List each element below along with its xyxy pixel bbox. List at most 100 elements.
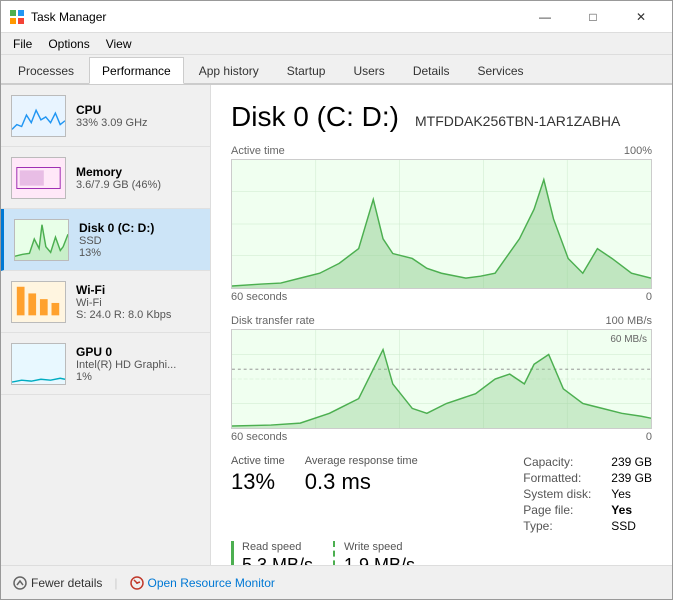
transfer-rate-chart-section: Disk transfer rate 100 MB/s 60 MB/s xyxy=(231,315,652,443)
menu-file[interactable]: File xyxy=(5,35,40,53)
main-content: CPU 33% 3.09 GHz Memory 3.6/7.9 GB (46%) xyxy=(1,85,672,565)
resource-monitor-icon xyxy=(130,576,144,590)
window-controls: — □ ✕ xyxy=(522,2,664,32)
disk-mini-graph xyxy=(14,219,69,261)
stat-active-time: Active time 13% xyxy=(231,455,285,533)
write-speed-label: Write speed xyxy=(344,541,415,553)
formatted-row: Formatted: 239 GB xyxy=(523,471,652,485)
disk-percent: 13% xyxy=(79,247,200,259)
system-disk-row: System disk: Yes xyxy=(523,487,652,501)
active-time-stat-value: 13% xyxy=(231,469,285,495)
fewer-details-label: Fewer details xyxy=(31,576,102,590)
footer-bar: Fewer details | Open Resource Monitor xyxy=(1,565,672,599)
page-file-row: Page file: Yes xyxy=(523,503,652,517)
page-file-value: Yes xyxy=(611,503,632,517)
cpu-subtitle: 33% 3.09 GHz xyxy=(76,117,200,129)
title-bar: Task Manager — □ ✕ xyxy=(1,1,672,33)
cpu-mini-graph xyxy=(11,95,66,137)
tab-users[interactable]: Users xyxy=(340,57,397,83)
read-speed-divider xyxy=(231,541,234,565)
gpu-title: GPU 0 xyxy=(76,345,200,359)
sidebar-item-cpu[interactable]: CPU 33% 3.09 GHz xyxy=(1,85,210,147)
transfer-rate-chart-header: Disk transfer rate 100 MB/s xyxy=(231,315,652,327)
type-value: SSD xyxy=(611,519,636,533)
read-speed-stat: Read speed 5.3 MB/s xyxy=(242,541,313,565)
maximize-button[interactable]: □ xyxy=(570,2,616,32)
tab-startup[interactable]: Startup xyxy=(274,57,339,83)
fewer-details-button[interactable]: Fewer details xyxy=(13,576,102,590)
write-speed-group: Write speed 1.9 MB/s xyxy=(333,541,415,565)
transfer-rate-label: Disk transfer rate xyxy=(231,315,315,327)
tab-details[interactable]: Details xyxy=(400,57,463,83)
memory-title: Memory xyxy=(76,165,200,179)
window-title: Task Manager xyxy=(31,10,522,24)
gpu-mini-graph xyxy=(11,343,66,385)
type-label: Type: xyxy=(523,519,603,533)
active-time-stat-label: Active time xyxy=(231,455,285,467)
write-speed-divider xyxy=(333,541,336,565)
stats-row: Active time 13% Average response time 0.… xyxy=(231,455,652,533)
open-resource-monitor-label: Open Resource Monitor xyxy=(148,576,275,590)
tab-services[interactable]: Services xyxy=(465,57,537,83)
menu-bar: File Options View xyxy=(1,33,672,55)
system-disk-label: System disk: xyxy=(523,487,603,501)
transfer-rate-time: 60 seconds xyxy=(231,431,287,443)
active-time-label: Active time xyxy=(231,145,285,157)
cpu-info: CPU 33% 3.09 GHz xyxy=(76,103,200,129)
menu-view[interactable]: View xyxy=(98,35,140,53)
tab-performance[interactable]: Performance xyxy=(89,57,184,84)
sidebar-item-disk[interactable]: Disk 0 (C: D:) SSD 13% xyxy=(1,209,210,271)
active-time-max: 100% xyxy=(624,145,652,157)
open-resource-monitor-link[interactable]: Open Resource Monitor xyxy=(130,576,275,590)
capacity-value: 239 GB xyxy=(611,455,652,469)
disk-header: Disk 0 (C: D:) MTFDDAK256TBN-1AR1ZABHA xyxy=(231,101,652,133)
read-speed-group: Read speed 5.3 MB/s xyxy=(231,541,313,565)
speed-stats-row: Read speed 5.3 MB/s Write speed 1.9 MB/s xyxy=(231,541,652,565)
wifi-info: Wi-Fi Wi-Fi S: 24.0 R: 8.0 Kbps xyxy=(76,283,200,321)
transfer-rate-zero: 0 xyxy=(646,431,652,443)
disk-title-sidebar: Disk 0 (C: D:) xyxy=(79,221,200,235)
app-icon xyxy=(9,9,25,25)
disk-model: MTFDDAK256TBN-1AR1ZABHA xyxy=(415,113,620,129)
active-time-chart-footer: 60 seconds 0 xyxy=(231,291,652,303)
active-time-zero: 0 xyxy=(646,291,652,303)
formatted-label: Formatted: xyxy=(523,471,603,485)
system-disk-value: Yes xyxy=(611,487,631,501)
write-speed-stat: Write speed 1.9 MB/s xyxy=(344,541,415,565)
gpu-value: 1% xyxy=(76,371,200,383)
menu-options[interactable]: Options xyxy=(40,35,97,53)
main-panel: Disk 0 (C: D:) MTFDDAK256TBN-1AR1ZABHA A… xyxy=(211,85,672,565)
right-stats: Capacity: 239 GB Formatted: 239 GB Syste… xyxy=(523,455,652,533)
wifi-mini-graph xyxy=(11,281,66,323)
disk-info: Disk 0 (C: D:) SSD 13% xyxy=(79,221,200,259)
write-speed-value: 1.9 MB/s xyxy=(344,555,415,565)
page-file-label: Page file: xyxy=(523,503,603,517)
wifi-title: Wi-Fi xyxy=(76,283,200,297)
transfer-rate-chart-footer: 60 seconds 0 xyxy=(231,431,652,443)
sidebar-item-wifi[interactable]: Wi-Fi Wi-Fi S: 24.0 R: 8.0 Kbps xyxy=(1,271,210,333)
sidebar-item-memory[interactable]: Memory 3.6/7.9 GB (46%) xyxy=(1,147,210,209)
minimize-button[interactable]: — xyxy=(522,2,568,32)
capacity-row: Capacity: 239 GB xyxy=(523,455,652,469)
wifi-subtitle: Wi-Fi xyxy=(76,297,200,309)
tab-processes[interactable]: Processes xyxy=(5,57,87,83)
transfer-rate-max: 100 MB/s xyxy=(606,315,652,327)
avg-response-label: Average response time xyxy=(305,455,418,467)
cpu-title: CPU xyxy=(76,103,200,117)
type-row: Type: SSD xyxy=(523,519,652,533)
tab-app-history[interactable]: App history xyxy=(186,57,272,83)
active-time-time: 60 seconds xyxy=(231,291,287,303)
sidebar: CPU 33% 3.09 GHz Memory 3.6/7.9 GB (46%) xyxy=(1,85,211,565)
formatted-value: 239 GB xyxy=(611,471,652,485)
close-button[interactable]: ✕ xyxy=(618,2,664,32)
footer-separator: | xyxy=(114,576,117,590)
transfer-rate-chart: 60 MB/s xyxy=(231,329,652,429)
chevron-up-icon xyxy=(13,576,27,590)
sidebar-item-gpu[interactable]: GPU 0 Intel(R) HD Graphi... 1% xyxy=(1,333,210,395)
transfer-secondary-label: 60 MB/s xyxy=(610,334,647,345)
avg-response-value: 0.3 ms xyxy=(305,469,418,495)
stat-response-time: Average response time 0.3 ms xyxy=(305,455,418,533)
disk-type: SSD xyxy=(79,235,200,247)
memory-mini-graph xyxy=(11,157,66,199)
read-speed-label: Read speed xyxy=(242,541,313,553)
